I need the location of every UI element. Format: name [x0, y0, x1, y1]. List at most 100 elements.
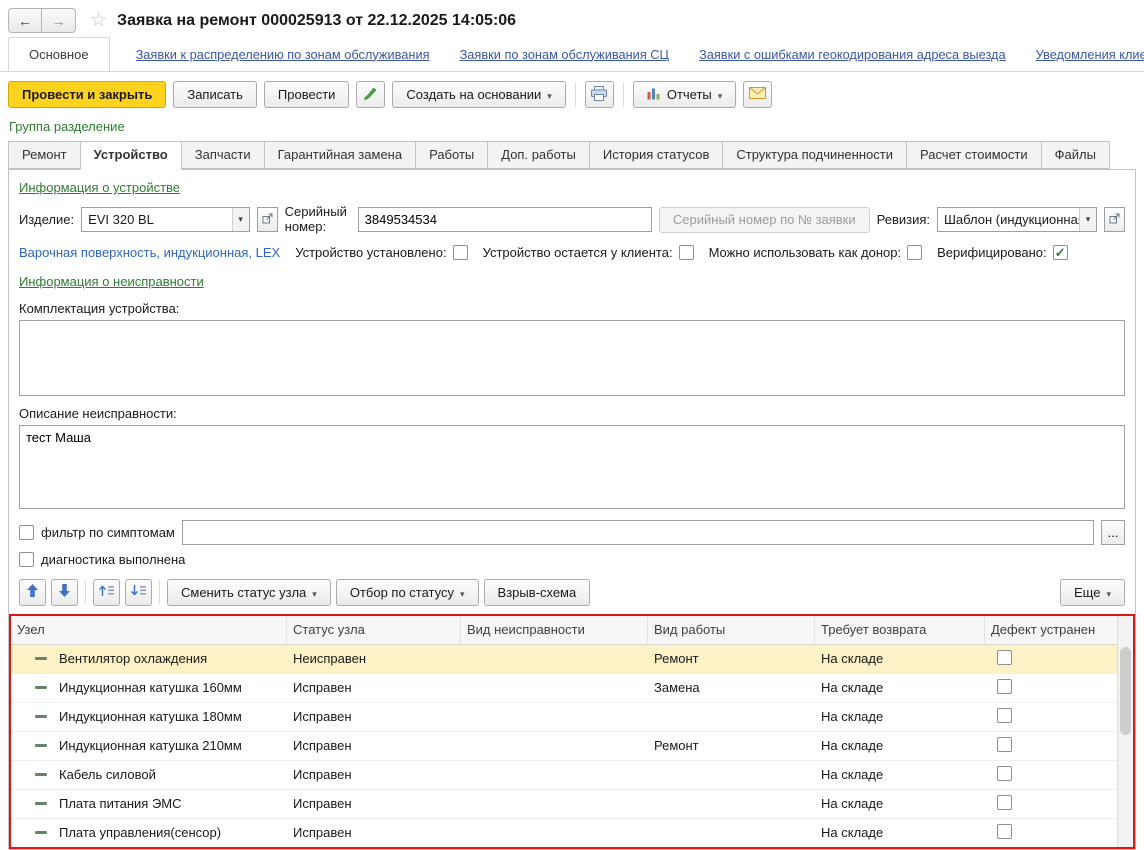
tab-subordination-structure[interactable]: Структура подчиненности	[722, 141, 906, 169]
defect-fixed-checkbox[interactable]	[997, 737, 1012, 752]
tab-cost-calculation[interactable]: Расчет стоимости	[906, 141, 1041, 169]
revision-label: Ревизия:	[877, 212, 930, 227]
device-category-link[interactable]: Варочная поверхность, индукционная, LEX	[19, 245, 280, 260]
diagnostics-done-label: диагностика выполнена	[41, 552, 185, 567]
separation-group-caption[interactable]: Группа разделение	[0, 117, 1144, 141]
node-dash-icon	[35, 773, 47, 776]
email-button[interactable]	[743, 81, 772, 108]
sort-descending-icon	[130, 584, 147, 600]
symptom-filter-row: фильтр по симптомам ...	[19, 520, 1125, 545]
back-button[interactable]: ←	[8, 8, 42, 33]
defect-fixed-checkbox[interactable]	[997, 795, 1012, 810]
node-dash-icon	[35, 744, 47, 747]
revision-open-button[interactable]	[1104, 207, 1125, 232]
app-window: ← → ☆ Заявка на ремонт 000025913 от 22.1…	[0, 0, 1144, 850]
more-button[interactable]: Еще	[1060, 579, 1125, 606]
fault-info-section-title[interactable]: Информация о неисправности	[19, 274, 204, 289]
defect-fixed-checkbox[interactable]	[997, 766, 1012, 781]
defect-fixed-checkbox[interactable]	[997, 650, 1012, 665]
fault-description-textarea[interactable]: тест Маша	[19, 425, 1125, 509]
post-button[interactable]: Провести	[264, 81, 350, 108]
column-header-work-kind[interactable]: Вид работы	[648, 616, 815, 644]
node-name: Индукционная катушка 210мм	[59, 738, 242, 753]
defect-fixed-checkbox[interactable]	[997, 824, 1012, 839]
cmdbar-separator	[159, 580, 160, 604]
column-header-node-status[interactable]: Статус узла	[287, 616, 461, 644]
nav-link-distribution-zones[interactable]: Заявки к распределению по зонам обслужив…	[136, 47, 430, 62]
product-open-button[interactable]	[257, 207, 278, 232]
table-row[interactable]: Индукционная катушка 160мм Исправен Заме…	[11, 674, 1133, 703]
post-and-close-button[interactable]: Провести и закрыть	[8, 81, 166, 108]
node-work-kind: Ремонт	[648, 738, 815, 753]
revision-combobox[interactable]: Шаблон (индукционная	[937, 207, 1097, 232]
caret-down-icon	[460, 585, 465, 600]
node-dash-icon	[35, 831, 47, 834]
product-combobox[interactable]: EVI 320 BL	[81, 207, 250, 232]
vertical-scrollbar[interactable]	[1117, 616, 1133, 847]
node-status: Исправен	[287, 825, 461, 840]
column-header-return-required[interactable]: Требует возврата	[815, 616, 985, 644]
serial-by-request-button[interactable]: Серийный номер по № заявки	[659, 207, 870, 233]
tab-device[interactable]: Устройство	[80, 141, 181, 170]
defect-fixed-checkbox[interactable]	[997, 708, 1012, 723]
column-header-fault-kind[interactable]: Вид неисправности	[461, 616, 648, 644]
command-toolbar: Провести и закрыть Записать Провести Соз…	[0, 72, 1144, 117]
tab-additional-works[interactable]: Доп. работы	[487, 141, 589, 169]
sort-descending-button[interactable]	[125, 579, 152, 606]
donor-checkbox[interactable]	[907, 245, 922, 260]
stays-with-client-label: Устройство остается у клиента:	[483, 245, 673, 260]
mark-button[interactable]	[356, 81, 385, 108]
device-form-row: Изделие: EVI 320 BL Серийный номер: Сери…	[19, 205, 1125, 235]
form-navigation: Основное Заявки к распределению по зонам…	[0, 37, 1144, 72]
tab-files[interactable]: Файлы	[1041, 141, 1110, 169]
scrollbar-thumb[interactable]	[1120, 647, 1131, 735]
nav-tab-main[interactable]: Основное	[8, 37, 110, 71]
table-row[interactable]: Плата питания ЭМС Исправен На складе	[11, 790, 1133, 819]
installed-checkbox[interactable]	[453, 245, 468, 260]
column-header-defect-fixed[interactable]: Дефект устранен	[985, 616, 1116, 644]
symptom-filter-checkbox[interactable]	[19, 525, 34, 540]
node-return: На складе	[815, 680, 985, 695]
nodes-table-highlighted: Узел Статус узла Вид неисправности Вид р…	[9, 614, 1135, 849]
tab-warranty-replacement[interactable]: Гарантийная замена	[264, 141, 415, 169]
symptom-filter-select-button[interactable]: ...	[1101, 520, 1125, 545]
table-row[interactable]: Кабель силовой Исправен На складе	[11, 761, 1133, 790]
stays-with-client-checkbox[interactable]	[679, 245, 694, 260]
create-based-on-button[interactable]: Создать на основании	[392, 81, 565, 108]
column-header-node[interactable]: Узел	[11, 616, 287, 644]
reports-button[interactable]: Отчеты	[633, 81, 736, 108]
verified-checkbox[interactable]	[1053, 245, 1068, 260]
table-row[interactable]: Вентилятор охлаждения Неисправен Ремонт …	[11, 645, 1133, 674]
explosion-diagram-button[interactable]: Взрыв-схема	[484, 579, 591, 606]
change-node-status-button[interactable]: Сменить статус узла	[167, 579, 331, 606]
move-up-button[interactable]	[19, 579, 46, 606]
serial-number-input[interactable]	[358, 207, 652, 232]
tab-spare-parts[interactable]: Запчасти	[181, 141, 264, 169]
nav-link-client-notifications[interactable]: Уведомления клиентам о и	[1036, 47, 1144, 62]
nav-link-service-zones[interactable]: Заявки по зонам обслуживания СЦ	[460, 47, 669, 62]
table-row[interactable]: Плата управления(сенсор) Исправен На скл…	[11, 819, 1133, 847]
node-status: Исправен	[287, 680, 461, 695]
table-row[interactable]: Индукционная катушка 180мм Исправен На с…	[11, 703, 1133, 732]
device-info-section-title[interactable]: Информация о устройстве	[19, 180, 180, 195]
symptom-filter-input[interactable]	[182, 520, 1094, 545]
filter-by-status-button[interactable]: Отбор по статусу	[336, 579, 479, 606]
defect-fixed-checkbox[interactable]	[997, 679, 1012, 694]
table-row[interactable]: Индукционная катушка 210мм Исправен Ремо…	[11, 732, 1133, 761]
tab-status-history[interactable]: История статусов	[589, 141, 723, 169]
dropdown-arrow-icon[interactable]	[1079, 208, 1096, 231]
tab-repair[interactable]: Ремонт	[8, 141, 80, 169]
move-down-button[interactable]	[51, 579, 78, 606]
write-button[interactable]: Записать	[173, 81, 257, 108]
nodes-command-bar: Сменить статус узла Отбор по статусу Взр…	[19, 579, 1125, 606]
favorite-star-icon[interactable]: ☆	[90, 9, 107, 32]
nav-link-geocoding-errors[interactable]: Заявки с ошибками геокодирования адреса …	[699, 47, 1006, 62]
dropdown-arrow-icon[interactable]	[232, 208, 249, 231]
tab-works[interactable]: Работы	[415, 141, 487, 169]
print-button[interactable]	[585, 81, 614, 108]
diagnostics-done-checkbox[interactable]	[19, 552, 34, 567]
kit-textarea[interactable]	[19, 320, 1125, 396]
open-link-icon	[262, 212, 273, 227]
forward-button[interactable]: →	[42, 8, 76, 33]
sort-ascending-button[interactable]	[93, 579, 120, 606]
